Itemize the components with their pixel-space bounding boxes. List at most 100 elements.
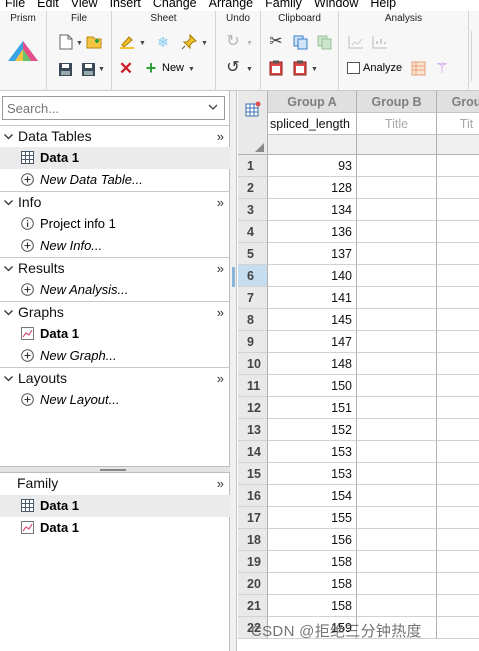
data-cell[interactable] <box>437 441 479 463</box>
data-cell[interactable]: 151 <box>268 397 357 419</box>
row-number[interactable]: 12 <box>238 397 268 419</box>
nav-section-header-info[interactable]: Info » <box>0 191 230 213</box>
data-cell[interactable] <box>357 419 437 441</box>
menu-item-change[interactable]: Change <box>148 0 204 11</box>
data-cell[interactable]: 150 <box>268 375 357 397</box>
data-cell[interactable]: 137 <box>268 243 357 265</box>
row-number[interactable]: 11 <box>238 375 268 397</box>
data-cell[interactable] <box>437 551 479 573</box>
data-cell[interactable]: 134 <box>268 199 357 221</box>
row-number[interactable]: 15 <box>238 463 268 485</box>
data-cell[interactable] <box>437 617 479 639</box>
data-cell[interactable]: 158 <box>268 595 357 617</box>
data-cell[interactable] <box>437 419 479 441</box>
row-number[interactable]: 7 <box>238 287 268 309</box>
nav-item-info-1[interactable]: New Info... <box>0 235 230 257</box>
data-cell[interactable]: 153 <box>268 463 357 485</box>
expand-more-icon[interactable]: » <box>217 371 224 386</box>
new-dropdown-icon[interactable]: ▼ <box>188 66 195 73</box>
paste-dropdown-icon[interactable]: ▼ <box>311 66 318 73</box>
data-cell[interactable] <box>357 353 437 375</box>
data-cell[interactable]: 145 <box>268 309 357 331</box>
menu-item-arrange[interactable]: Arrange <box>204 0 260 11</box>
data-cell[interactable]: 148 <box>268 353 357 375</box>
delete-icon[interactable]: ✕ <box>117 59 135 77</box>
paste-icon[interactable] <box>267 59 285 77</box>
data-cell[interactable] <box>437 265 479 287</box>
nav-item-results-0[interactable]: New Analysis... <box>0 279 230 301</box>
data-cell[interactable]: 156 <box>268 529 357 551</box>
data-cell[interactable] <box>437 243 479 265</box>
new-file-dropdown-icon[interactable]: ▼ <box>76 40 83 47</box>
row-number[interactable]: 2 <box>238 177 268 199</box>
data-cell[interactable] <box>357 551 437 573</box>
pane-divider-scrollbar[interactable] <box>230 91 237 651</box>
data-cell[interactable]: 158 <box>268 573 357 595</box>
data-cell[interactable]: 93 <box>268 155 357 177</box>
expand-more-icon[interactable]: » <box>217 261 224 276</box>
data-cell[interactable] <box>357 221 437 243</box>
column-graph-disabled-icon[interactable] <box>371 33 389 51</box>
data-cell[interactable] <box>357 199 437 221</box>
data-cell[interactable] <box>357 265 437 287</box>
data-cell[interactable] <box>357 573 437 595</box>
data-cell[interactable]: 140 <box>268 265 357 287</box>
paste-special-icon[interactable] <box>315 33 333 51</box>
redo-icon[interactable]: ↻ <box>224 33 242 51</box>
data-cell[interactable] <box>357 331 437 353</box>
row-number[interactable]: 3 <box>238 199 268 221</box>
column-title-cell[interactable]: Title <box>357 113 437 135</box>
data-cell[interactable] <box>437 199 479 221</box>
chevron-down-icon[interactable] <box>3 131 14 142</box>
table-format-icon[interactable] <box>245 101 261 120</box>
table-style-icon[interactable] <box>409 59 427 77</box>
copy-icon[interactable] <box>291 33 309 51</box>
nav-item-graphs-1[interactable]: New Graph... <box>0 345 230 367</box>
data-cell[interactable] <box>437 155 479 177</box>
analyze-button[interactable]: Analyze <box>347 60 405 78</box>
expand-more-icon[interactable]: » <box>217 129 224 144</box>
nav-item-data-tables-0[interactable]: Data 1 <box>0 147 230 169</box>
undo-dropdown-icon[interactable]: ▼ <box>246 66 253 73</box>
nav-item-layouts-0[interactable]: New Layout... <box>0 389 230 411</box>
data-cell[interactable]: 147 <box>268 331 357 353</box>
row-number[interactable]: 17 <box>238 507 268 529</box>
expand-more-icon[interactable]: » <box>217 476 224 491</box>
new-file-icon[interactable] <box>57 33 75 51</box>
prism-logo-icon[interactable] <box>6 39 40 63</box>
magic-wand-icon[interactable]: ⚚ <box>433 59 451 77</box>
menu-item-window[interactable]: Window <box>309 0 365 11</box>
save-dropdown-icon[interactable]: ▼ <box>98 66 105 73</box>
new-button[interactable]: New <box>162 62 184 74</box>
nav-item-info-0[interactable]: Project info 1 <box>0 213 230 235</box>
snowflake-icon[interactable]: ❄ <box>154 33 172 51</box>
data-cell[interactable] <box>437 529 479 551</box>
data-cell[interactable] <box>437 221 479 243</box>
family-header[interactable]: Family » <box>0 473 230 495</box>
nav-item-graphs-0[interactable]: Data 1 <box>0 323 230 345</box>
chevron-down-icon[interactable] <box>207 101 219 113</box>
row-number[interactable]: 8 <box>238 309 268 331</box>
undo-icon[interactable]: ↺ <box>224 59 242 77</box>
row-number[interactable]: 13 <box>238 419 268 441</box>
data-cell[interactable] <box>437 375 479 397</box>
row-number[interactable]: 19 <box>238 551 268 573</box>
redo-dropdown-icon[interactable]: ▼ <box>246 40 253 47</box>
pin-dropdown-icon[interactable]: ▼ <box>201 40 208 47</box>
data-cell[interactable] <box>357 309 437 331</box>
collapse-triangle-icon[interactable] <box>255 143 264 152</box>
row-number[interactable]: 20 <box>238 573 268 595</box>
row-number[interactable]: 1 <box>238 155 268 177</box>
data-cell[interactable] <box>357 243 437 265</box>
chevron-down-icon[interactable] <box>3 263 14 274</box>
menu-item-insert[interactable]: Insert <box>105 0 148 11</box>
row-number[interactable]: 6 <box>238 265 268 287</box>
row-number[interactable]: 9 <box>238 331 268 353</box>
family-item[interactable]: Data 1 <box>0 495 230 517</box>
data-cell[interactable] <box>357 397 437 419</box>
save-icon[interactable] <box>56 60 74 78</box>
data-cell[interactable]: 128 <box>268 177 357 199</box>
family-item[interactable]: Data 1 <box>0 517 230 539</box>
nav-section-header-results[interactable]: Results » <box>0 257 230 279</box>
nav-item-data-tables-1[interactable]: New Data Table... <box>0 169 230 191</box>
